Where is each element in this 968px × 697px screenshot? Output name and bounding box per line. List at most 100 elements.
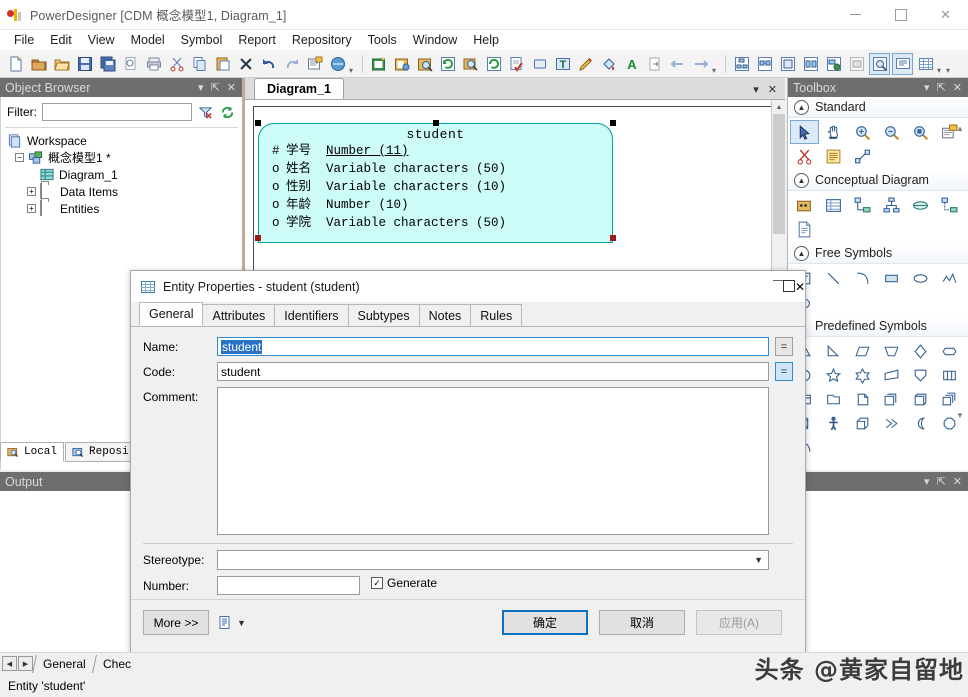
arc-icon[interactable] [848, 266, 877, 290]
help-icon[interactable] [327, 53, 348, 75]
object-browser-menu-icon[interactable]: ▾ [198, 81, 204, 94]
diagram5-icon[interactable] [823, 53, 844, 75]
save-icon[interactable] [74, 53, 95, 75]
tab-subtypes[interactable]: Subtypes [348, 304, 420, 326]
moon-icon[interactable] [906, 411, 935, 435]
toolbar-overflow-4[interactable]: ▾ [946, 66, 955, 75]
tab-general[interactable]: General [139, 302, 203, 326]
ellipse-icon[interactable] [906, 266, 935, 290]
diagram-tablist-icon[interactable]: ▾ [753, 83, 759, 96]
tree-item-diagram[interactable]: Diagram_1 [5, 166, 238, 183]
more-button[interactable]: More >> [143, 610, 209, 635]
box3d-icon[interactable] [848, 411, 877, 435]
chevron-up-icon[interactable]: ▲ [794, 246, 809, 261]
bottom-tab-general[interactable]: General [32, 655, 96, 673]
star6-icon[interactable] [848, 363, 877, 387]
find-db-icon[interactable] [460, 53, 481, 75]
tab-notes[interactable]: Notes [419, 304, 472, 326]
zoom-fit-icon[interactable] [906, 120, 935, 144]
chevron-up-icon[interactable]: ▲ [794, 173, 809, 188]
paste-icon[interactable] [212, 53, 233, 75]
export-icon[interactable] [644, 53, 665, 75]
toolbox-close-icon[interactable]: ✕ [953, 81, 962, 94]
tree-expander[interactable]: + [27, 187, 36, 196]
stack-icon[interactable] [877, 387, 906, 411]
number-input[interactable] [217, 576, 360, 595]
output-menu-icon[interactable]: ▾ [924, 475, 930, 488]
tree-expander[interactable]: + [27, 204, 36, 213]
find-icon[interactable] [414, 53, 435, 75]
copy-icon[interactable] [189, 53, 210, 75]
cancel-button[interactable]: 取消 [599, 610, 685, 635]
document-icon[interactable] [848, 387, 877, 411]
zoom-out-icon[interactable] [877, 120, 906, 144]
diagram4-icon[interactable] [800, 53, 821, 75]
align-right-icon[interactable] [690, 53, 711, 75]
rectangle-icon[interactable] [877, 266, 906, 290]
zoom-diagram-icon[interactable] [869, 53, 890, 75]
tree-item-data-items[interactable]: + Data Items [5, 183, 238, 200]
menu-item-file[interactable]: File [6, 31, 42, 49]
toolbox-scroll-up-icon[interactable]: ▲ [954, 121, 966, 135]
toolbox-scroll-down-icon[interactable]: ▼ [954, 408, 966, 422]
association-icon[interactable] [906, 193, 935, 217]
tab-scroll-right-icon[interactable]: ▶ [18, 656, 33, 671]
star5-icon[interactable] [819, 363, 848, 387]
toolbar-overflow-3[interactable]: ▾ [937, 66, 946, 75]
window-minimize-button[interactable] [833, 0, 878, 30]
output-pin-icon[interactable]: ⇱ [937, 475, 946, 488]
filter-input[interactable] [42, 103, 192, 121]
line-icon[interactable] [819, 266, 848, 290]
tab-scroll-left-icon[interactable]: ◀ [2, 656, 17, 671]
tab-attributes[interactable]: Attributes [202, 304, 275, 326]
new-object-icon[interactable] [391, 53, 412, 75]
shield-icon[interactable] [906, 363, 935, 387]
cube-icon[interactable] [906, 387, 935, 411]
redo-icon[interactable] [281, 53, 302, 75]
toolbar-overflow-1[interactable]: ▾ [349, 66, 358, 75]
trapezoid-icon[interactable] [877, 339, 906, 363]
entity-icon[interactable] [819, 193, 848, 217]
flag-icon[interactable] [877, 363, 906, 387]
right-triangle-icon[interactable] [819, 339, 848, 363]
toolbox-group-standard[interactable]: ▲ Standard [788, 97, 968, 118]
tab-local[interactable]: Local [0, 442, 64, 462]
text-icon[interactable]: T [552, 53, 573, 75]
copy-dropdown[interactable]: ▼ [217, 615, 246, 631]
tree-item-model[interactable]: − 概念模型1 * [5, 149, 238, 166]
scrollbar-thumb[interactable] [773, 114, 785, 234]
print-preview-icon[interactable] [120, 53, 141, 75]
clear-filter-icon[interactable] [197, 104, 214, 121]
output-close-icon[interactable]: ✕ [953, 475, 962, 488]
comment-icon[interactable] [892, 53, 913, 75]
refresh-icon[interactable] [437, 53, 458, 75]
save-all-icon[interactable] [97, 53, 118, 75]
code-input[interactable]: student [217, 362, 769, 381]
window-maximize-button[interactable] [878, 0, 923, 30]
object-browser-close-icon[interactable]: ✕ [227, 81, 236, 94]
entity-student[interactable]: student #学号Number (11) o姓名Variable chara… [258, 123, 613, 243]
bottom-tab-check[interactable]: Chec [92, 655, 141, 673]
open-icon[interactable] [51, 53, 72, 75]
diagram1-icon[interactable] [731, 53, 752, 75]
new-icon[interactable] [5, 53, 26, 75]
menu-item-model[interactable]: Model [123, 31, 173, 49]
hexagon-icon[interactable] [935, 339, 964, 363]
grid-icon[interactable] [915, 53, 936, 75]
relationship-icon[interactable] [848, 193, 877, 217]
inheritance-icon[interactable] [877, 193, 906, 217]
zoom-in-icon[interactable] [848, 120, 877, 144]
menu-item-repository[interactable]: Repository [284, 31, 360, 49]
toolbar-overflow-2[interactable]: ▾ [712, 66, 721, 75]
chevron-up-icon[interactable]: ▲ [794, 100, 809, 115]
toolbox-group-predefined-symbols[interactable]: ▲ Predefined Symbols [788, 316, 968, 337]
generate-checkbox-wrap[interactable]: ✓ Generate [371, 576, 437, 590]
selection-handle-tm[interactable] [433, 120, 439, 126]
check-model-icon[interactable] [506, 53, 527, 75]
undo-icon[interactable] [258, 53, 279, 75]
selection-handle-mr[interactable] [610, 235, 616, 241]
menu-item-view[interactable]: View [80, 31, 123, 49]
fill-icon[interactable] [598, 53, 619, 75]
hand-icon[interactable] [819, 120, 848, 144]
tab-repository[interactable]: Reposi [65, 442, 136, 462]
